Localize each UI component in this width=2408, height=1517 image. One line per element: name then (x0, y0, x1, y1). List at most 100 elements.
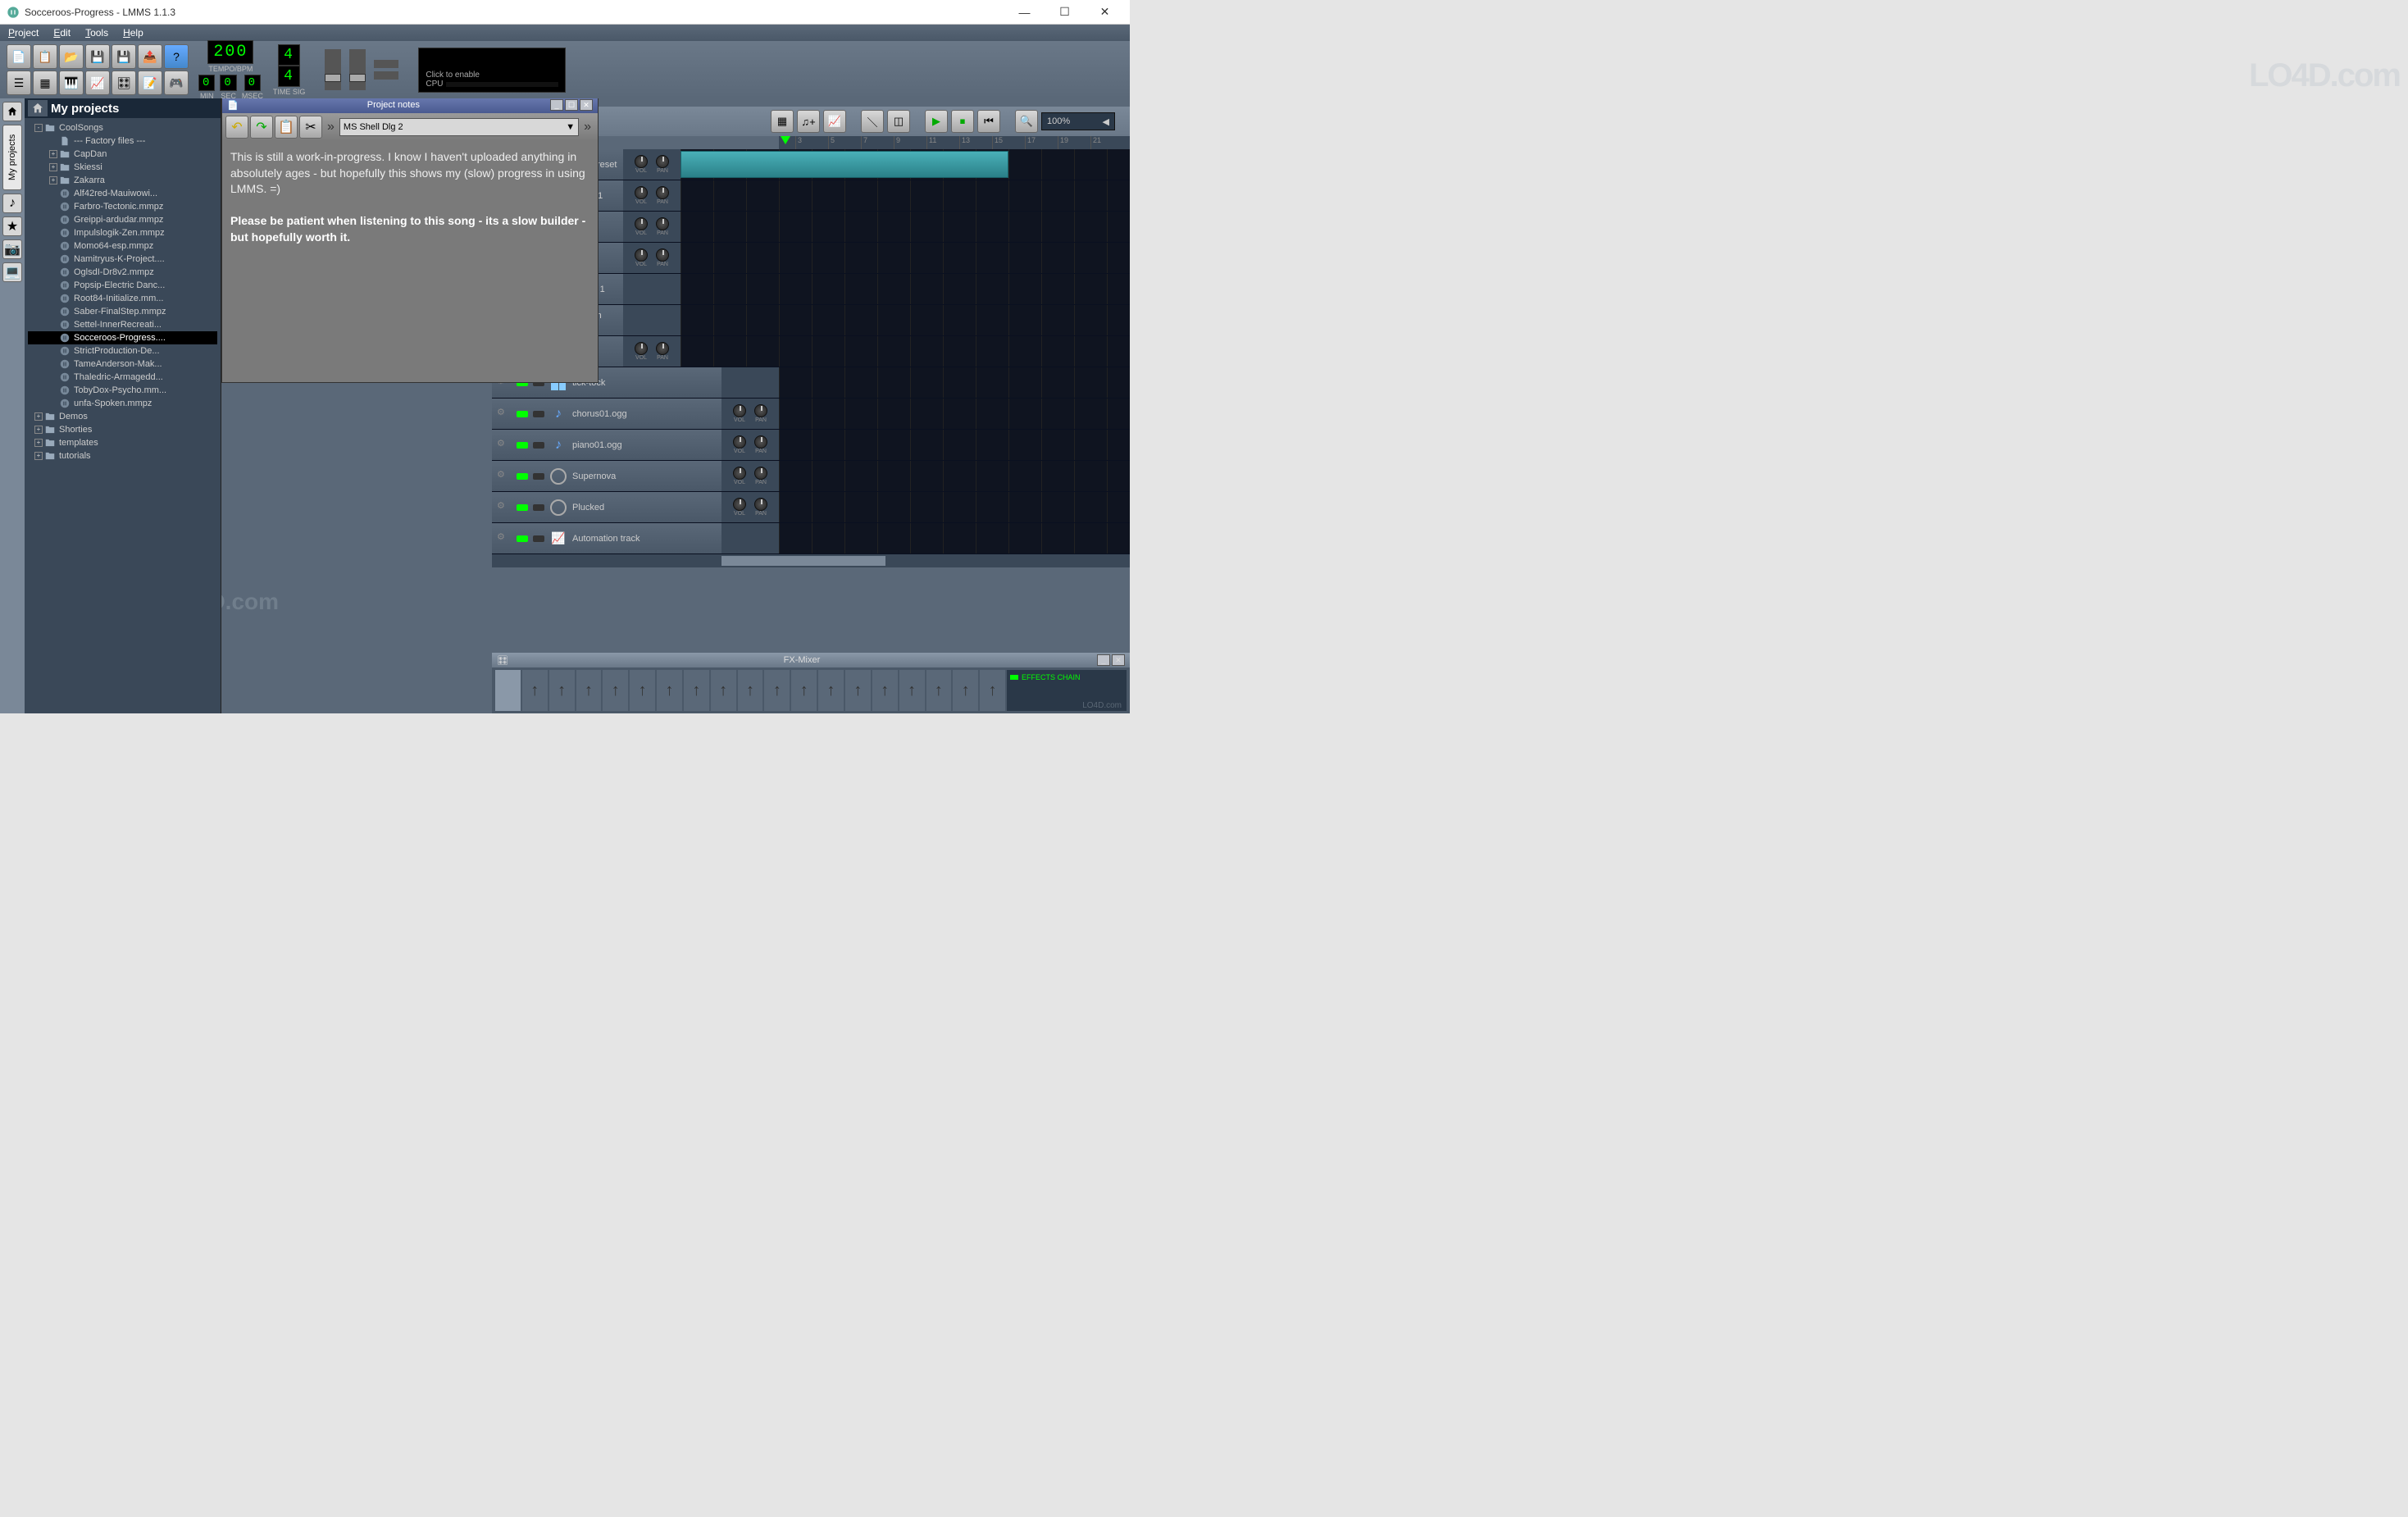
autoscroll-toggle[interactable] (374, 71, 398, 80)
song-editor-button[interactable]: ☰ (7, 71, 31, 95)
samples-tab[interactable]: ♪ (2, 194, 22, 213)
tree-item[interactable]: +Skiessi (28, 161, 217, 174)
controller-button[interactable]: 🎮 (164, 71, 189, 95)
notes-close-button[interactable]: ✕ (580, 99, 593, 111)
new-project-button[interactable]: 📄 (7, 44, 31, 69)
tree-item[interactable]: Settel-InnerRecreati... (28, 318, 217, 331)
tree-item[interactable]: +Demos (28, 410, 217, 423)
add-bb-track-button[interactable]: ▦ (771, 110, 794, 133)
menu-help[interactable]: Help (123, 27, 143, 39)
tree-item[interactable]: Impulslogik-Zen.mmpz (28, 226, 217, 239)
select-mode-button[interactable]: ◫ (887, 110, 910, 133)
solo-led[interactable] (533, 535, 544, 542)
fx-channel[interactable]: ↑ (522, 670, 548, 711)
mute-led[interactable] (517, 411, 528, 417)
font-select[interactable]: MS Shell Dlg 2▼ (339, 118, 579, 136)
export-button[interactable]: 📤 (138, 44, 162, 69)
track-content[interactable] (779, 461, 1130, 491)
track-header[interactable]: ⚙ 📈 Automation track (492, 523, 721, 554)
stop-button[interactable]: ⏹ (951, 110, 974, 133)
track-content[interactable] (681, 243, 1130, 273)
track-type-icon[interactable]: 📈 (549, 530, 567, 548)
tree-item[interactable]: +CapDan (28, 148, 217, 161)
master-volume-slider[interactable] (325, 49, 341, 90)
track-name[interactable]: piano01.ogg (572, 440, 622, 450)
zoom-button[interactable]: 🔍 (1015, 110, 1038, 133)
track-name[interactable]: Supernova (572, 472, 616, 481)
undo-button[interactable]: ↶ (225, 116, 248, 139)
fx-channel[interactable]: ↑ (603, 670, 628, 711)
fx-channel[interactable]: ↑ (818, 670, 844, 711)
save-as-button[interactable]: 💾 (112, 44, 136, 69)
zoom-display[interactable]: 100%◀ (1041, 112, 1115, 130)
tree-item[interactable]: +Shorties (28, 423, 217, 436)
fx-mixer-window[interactable]: 🎛 FX-Mixer _ ✕ ↑↑↑↑↑↑↑↑↑↑↑↑↑↑↑↑↑↑EFFECTS… (492, 653, 1130, 713)
tree-item[interactable]: -CoolSongs (28, 121, 217, 134)
solo-led[interactable] (533, 411, 544, 417)
add-automation-button[interactable]: 📈 (823, 110, 846, 133)
project-notes-window[interactable]: 📄 Project notes _ ☐ ✕ ↶ ↷ 📋 ✂ » MS Shell… (221, 98, 599, 383)
solo-led[interactable] (533, 473, 544, 480)
timesig-num[interactable]: 4 (278, 44, 300, 66)
toolbar-more-icon[interactable]: » (324, 120, 338, 134)
my-projects-tab[interactable]: My projects (2, 125, 22, 190)
tree-item[interactable]: +templates (28, 436, 217, 449)
tree-item[interactable]: Root84-Initialize.mm... (28, 292, 217, 305)
fx-channel[interactable]: ↑ (926, 670, 952, 711)
tree-item[interactable]: Momo64-esp.mmpz (28, 239, 217, 253)
titlebar[interactable]: Socceroos-Progress - LMMS 1.1.3 — ☐ ✕ (0, 0, 1130, 25)
mute-led[interactable] (517, 535, 528, 542)
close-button[interactable]: ✕ (1086, 1, 1123, 24)
track-content[interactable] (779, 399, 1130, 429)
track-content[interactable] (779, 430, 1130, 460)
pan-knob[interactable] (754, 435, 767, 449)
bb-editor-button[interactable]: ▦ (33, 71, 57, 95)
new-template-button[interactable]: 📋 (33, 44, 57, 69)
mute-led[interactable] (517, 473, 528, 480)
fx-channel[interactable]: ↑ (576, 670, 602, 711)
play-position-marker[interactable] (781, 136, 790, 149)
track-content[interactable] (681, 274, 1130, 304)
track-header[interactable]: ⚙ ♪ chorus01.ogg (492, 399, 721, 429)
track-header[interactable]: ⚙ Supernova (492, 461, 721, 491)
copy-button[interactable]: 📋 (275, 116, 298, 139)
fx-channel[interactable]: ↑ (872, 670, 898, 711)
tree-item[interactable]: TobyDox-Psycho.mm... (28, 384, 217, 397)
volume-knob[interactable] (635, 342, 648, 355)
volume-knob[interactable] (635, 217, 648, 230)
tempo-display[interactable]: 200 (207, 40, 253, 64)
track-content[interactable] (779, 367, 1130, 398)
redo-button[interactable]: ↷ (250, 116, 273, 139)
tree-item[interactable]: --- Factory files --- (28, 134, 217, 148)
volume-knob[interactable] (635, 155, 648, 168)
piano-roll-button[interactable]: 🎹 (59, 71, 84, 95)
gear-icon[interactable]: ⚙ (497, 500, 512, 515)
gear-icon[interactable]: ⚙ (497, 531, 512, 546)
track-header[interactable]: ⚙ Plucked (492, 492, 721, 522)
volume-knob[interactable] (733, 467, 746, 480)
tree-item[interactable]: Thaledric-Armagedd... (28, 371, 217, 384)
gear-icon[interactable]: ⚙ (497, 469, 512, 484)
tree-item[interactable]: +tutorials (28, 449, 217, 462)
mute-led[interactable] (517, 504, 528, 511)
mute-led[interactable] (517, 442, 528, 449)
track-type-icon[interactable]: ♪ (549, 405, 567, 423)
track-content[interactable] (681, 305, 1130, 335)
gear-icon[interactable]: ⚙ (497, 407, 512, 421)
pan-knob[interactable] (754, 467, 767, 480)
fx-channel[interactable]: ↑ (953, 670, 978, 711)
tree-item[interactable]: OglsdI-Dr8v2.mmpz (28, 266, 217, 279)
track-content[interactable] (681, 212, 1130, 242)
pan-knob[interactable] (656, 248, 669, 262)
help-button[interactable]: ? (164, 44, 189, 69)
instruments-tab[interactable]: 📷 (2, 239, 22, 259)
fx-mixer-button[interactable]: 🎛 (112, 71, 136, 95)
play-button[interactable]: ▶ (925, 110, 948, 133)
timesig-den[interactable]: 4 (278, 66, 300, 87)
track-header[interactable]: ⚙ ♪ piano01.ogg (492, 430, 721, 460)
volume-knob[interactable] (733, 498, 746, 511)
track-content[interactable] (681, 149, 1130, 180)
tree-item[interactable]: Popsip-Electric Danc... (28, 279, 217, 292)
fx-minimize-button[interactable]: _ (1097, 654, 1110, 666)
fx-channel[interactable]: ↑ (738, 670, 763, 711)
